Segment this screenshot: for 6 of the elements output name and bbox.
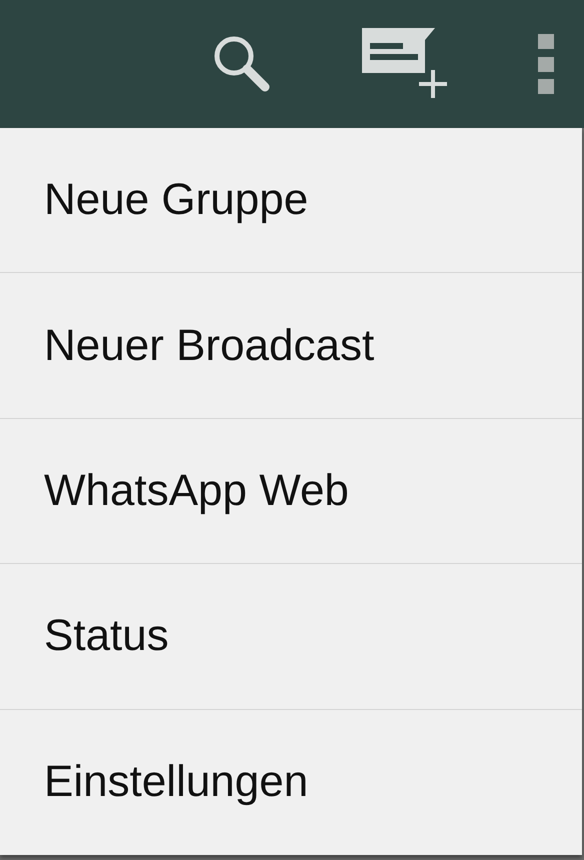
menu-item[interactable]: Neue Gruppe	[0, 128, 582, 274]
menu-item[interactable]: Status	[0, 564, 582, 710]
menu-item[interactable]: Einstellungen	[0, 710, 582, 856]
more-options-icon[interactable]	[538, 34, 554, 94]
menu-item[interactable]: WhatsApp Web	[0, 418, 582, 564]
menu-item[interactable]: Neuer Broadcast	[0, 273, 582, 419]
